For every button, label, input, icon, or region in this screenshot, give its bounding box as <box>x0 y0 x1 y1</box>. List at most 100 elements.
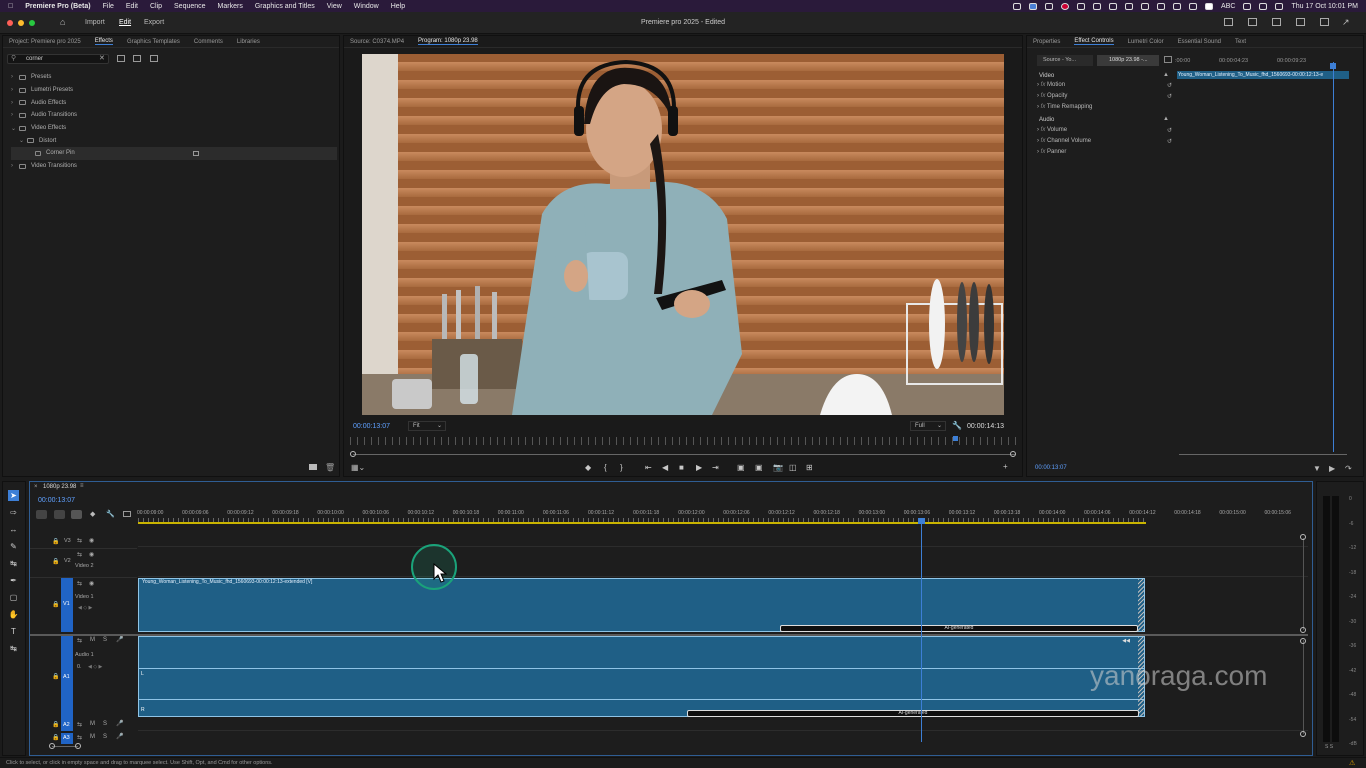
user-icon[interactable] <box>1173 2 1182 10</box>
tab-graphics-templates[interactable]: Graphics Templates <box>127 39 180 45</box>
zoom-right-handle[interactable] <box>75 743 81 749</box>
tab-project[interactable]: Project: Premiere pro 2025 <box>9 39 81 45</box>
ec-video-collapse[interactable]: ▲ <box>1163 72 1169 78</box>
cc-icon[interactable] <box>1045 2 1054 10</box>
clear-search-icon[interactable]: ✕ <box>99 54 105 62</box>
32bit-effects-icon[interactable] <box>133 55 141 62</box>
tab-lumetri-color[interactable]: Lumetri Color <box>1128 39 1164 45</box>
tree-item-lumetri-presets[interactable]: › Lumetri Presets <box>11 84 337 97</box>
lock-v2-icon[interactable]: 🔒 <box>52 558 59 565</box>
tab-effect-controls[interactable]: Effect Controls <box>1074 38 1114 45</box>
panels-icon[interactable] <box>1272 18 1281 26</box>
program-current-timecode[interactable]: 00:00:13:07 <box>353 423 390 430</box>
lift-icon[interactable]: ▣ <box>737 463 745 472</box>
export-icon[interactable]: ↷ <box>1345 464 1352 473</box>
play-icon[interactable] <box>1077 2 1086 10</box>
battery-icon[interactable] <box>1157 2 1166 10</box>
tree-item-video-effects[interactable]: ⌄ Video Effects <box>11 122 337 135</box>
selection-tool-icon[interactable]: ➤ <box>8 490 19 501</box>
feedback-icon[interactable] <box>1320 18 1329 26</box>
stop-icon[interactable]: ■ <box>679 463 684 472</box>
comparison-view-icon[interactable]: ◫ <box>789 463 797 472</box>
v1-keyframe-nav[interactable]: ◀ ◇ ▶ <box>78 605 92 611</box>
ec-playhead[interactable] <box>1333 62 1334 452</box>
go-to-out-icon[interactable]: ⇥ <box>712 463 719 472</box>
tree-item-video-transitions[interactable]: › Video Transitions <box>11 160 337 173</box>
track-a3-label[interactable]: A3 <box>63 735 70 741</box>
extract-icon[interactable]: ▣ <box>755 463 763 472</box>
ec-prop-panner[interactable]: › fx Panner <box>1037 149 1172 160</box>
rectangle-tool-icon[interactable]: ▢ <box>8 592 19 603</box>
type-tool-icon[interactable]: T <box>8 626 19 637</box>
tab-properties[interactable]: Properties <box>1033 39 1060 45</box>
tree-item-audio-transitions[interactable]: › Audio Transitions <box>11 109 337 122</box>
lock-a3-icon[interactable]: 🔒 <box>52 734 59 741</box>
tree-item-distort[interactable]: ⌄ Distort <box>11 134 337 147</box>
voiceover-a2-icon[interactable]: 🎤 <box>116 720 123 727</box>
tab-comments[interactable]: Comments <box>194 39 223 45</box>
ec-prop-time-remapping[interactable]: › fx Time Remapping <box>1037 104 1172 115</box>
ec-prop-motion[interactable]: › fx Motion ↺ <box>1037 82 1172 93</box>
app-menu[interactable]: Premiere Pro (Beta) <box>25 3 90 10</box>
menu-help[interactable]: Help <box>391 3 405 10</box>
tab-libraries[interactable]: Libraries <box>237 39 260 45</box>
ec-prop-opacity[interactable]: › fx Opacity ↺ <box>1037 93 1172 104</box>
yuv-effects-icon[interactable] <box>150 55 158 62</box>
menu-markers[interactable]: Markers <box>218 3 243 10</box>
tree-item-corner-pin[interactable]: Corner Pin <box>11 147 337 160</box>
sequence-menu-icon[interactable]: ≡ <box>80 483 84 489</box>
hand-tool-icon[interactable]: ✋ <box>8 609 19 620</box>
track-v2-label[interactable]: V2 <box>64 558 71 564</box>
track-v3-label[interactable]: V3 <box>64 538 71 544</box>
linked-selection-icon[interactable] <box>71 510 82 519</box>
timeline-playhead[interactable] <box>921 518 922 742</box>
program-playhead[interactable] <box>953 436 958 441</box>
meter-solo-buttons[interactable]: S S <box>1325 744 1333 750</box>
display-icon[interactable] <box>1109 2 1118 10</box>
track-v1-label[interactable]: V1 <box>63 601 70 607</box>
resolution-select[interactable]: Full ⌄ <box>910 421 946 431</box>
eye-v3-icon[interactable]: ◉ <box>89 537 94 544</box>
filter-icon[interactable]: ▼ <box>1313 464 1321 473</box>
eye-v2-icon[interactable]: ◉ <box>89 551 94 558</box>
workspace-icon[interactable] <box>1224 18 1233 26</box>
program-ruler[interactable] <box>350 437 1017 445</box>
step-forward-icon[interactable]: ▶ <box>696 463 702 472</box>
menu-clip[interactable]: Clip <box>150 3 162 10</box>
go-to-in-icon[interactable]: ⇤ <box>645 463 652 472</box>
tree-item-audio-effects[interactable]: › Audio Effects <box>11 96 337 109</box>
tab-source[interactable]: Source: C0374.MP4 <box>350 39 404 45</box>
v-scroll-bottom-handle[interactable] <box>1300 627 1306 633</box>
sync-lock-a2-icon[interactable]: ⇆ <box>77 721 82 728</box>
program-zoom-bar[interactable] <box>353 454 1015 455</box>
menu-edit[interactable]: Edit <box>126 3 138 10</box>
tree-item-presets[interactable]: › Presets <box>11 71 337 84</box>
mark-in-icon[interactable]: { <box>604 463 607 472</box>
sequence-clip-select[interactable]: 1080p 23.98 -... <box>1097 55 1159 66</box>
lock-a1-icon[interactable]: 🔒 <box>52 673 59 680</box>
playhead-handle[interactable] <box>918 518 925 524</box>
menu-window[interactable]: Window <box>354 3 379 10</box>
track-a2-label[interactable]: A2 <box>63 722 70 728</box>
search-icon[interactable] <box>1259 2 1268 10</box>
status-icon[interactable] <box>1013 2 1022 10</box>
slip-tool-icon[interactable]: ↹ <box>8 558 19 569</box>
delete-icon[interactable]: 🗑 <box>325 463 335 472</box>
accelerated-effects-icon[interactable] <box>117 55 125 62</box>
solo-a2-button[interactable]: S <box>103 721 107 727</box>
play-audio-icon[interactable]: ▶ <box>1329 464 1335 473</box>
ec-audio-collapse[interactable]: ▲ <box>1163 116 1169 122</box>
add-marker-icon[interactable]: ◆ <box>90 510 95 518</box>
tab-essential-sound[interactable]: Essential Sound <box>1178 39 1221 45</box>
a-scroll-bottom-handle[interactable] <box>1300 731 1306 737</box>
clock-icon[interactable] <box>1125 2 1134 10</box>
zoom-bar-left-handle[interactable] <box>350 451 356 457</box>
button-editor-icon[interactable]: + <box>1003 462 1008 471</box>
multicam-icon[interactable]: ⊞ <box>806 463 813 472</box>
nest-toggle-icon[interactable] <box>36 510 47 519</box>
effects-search-input[interactable]: corner <box>7 54 109 64</box>
new-bin-icon[interactable] <box>309 464 317 470</box>
fullscreen-icon[interactable]: ↗ <box>1342 17 1350 28</box>
generative-extend-tool-icon[interactable]: ↹ <box>8 643 19 654</box>
ec-clip-bar[interactable]: Young_Woman_Listening_To_Music_fhd_15606… <box>1177 71 1349 79</box>
